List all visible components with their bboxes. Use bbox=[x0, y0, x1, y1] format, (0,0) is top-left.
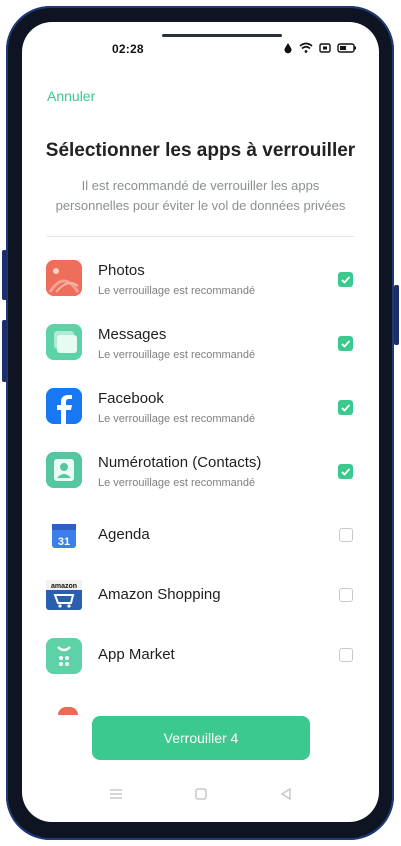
app-item-photos[interactable]: Photos Le verrouillage est recommandé bbox=[22, 250, 379, 314]
app-item-app-market[interactable]: App Market bbox=[22, 626, 379, 686]
contacts-icon bbox=[46, 452, 82, 488]
app-subtitle: Le verrouillage est recommandé bbox=[98, 477, 256, 489]
app-name: Messages bbox=[98, 326, 167, 343]
back-icon[interactable] bbox=[278, 786, 294, 802]
app-subtitle: Le verrouillage est recommandé bbox=[98, 349, 256, 361]
app-subtitle: Le verrouillage est recommandé bbox=[98, 413, 256, 425]
calendar-icon-day: 31 bbox=[58, 536, 70, 548]
cancel-button[interactable]: Annuler bbox=[47, 88, 95, 104]
facebook-icon bbox=[46, 388, 82, 424]
app-name: Facebook bbox=[98, 390, 164, 407]
app-list: Photos Le verrouillage est recommandé Me… bbox=[22, 250, 379, 686]
earpiece bbox=[162, 34, 282, 37]
app-name: App Market bbox=[98, 646, 175, 663]
page-title: Sélectionner les apps à verrouiller bbox=[45, 140, 356, 161]
checkbox-checked[interactable] bbox=[338, 464, 353, 479]
checkbox-unchecked[interactable] bbox=[339, 528, 353, 542]
page-subtitle: Il est recommandé de verrouiller les app… bbox=[40, 176, 361, 216]
volume-up-button bbox=[2, 250, 7, 300]
app-item-contacts[interactable]: Numérotation (Contacts) Le verrouillage … bbox=[22, 442, 379, 506]
status-time: 02:28 bbox=[112, 42, 144, 56]
checkbox-unchecked[interactable] bbox=[339, 588, 353, 602]
calendar-icon: 31 bbox=[46, 518, 82, 554]
battery-icon bbox=[337, 43, 356, 53]
app-name: Numérotation (Contacts) bbox=[98, 454, 262, 471]
app-name: Agenda bbox=[98, 526, 150, 543]
app-subtitle: Le verrouillage est recommandé bbox=[98, 285, 256, 297]
divider bbox=[47, 236, 354, 237]
messages-icon bbox=[46, 324, 82, 360]
navigation-bar bbox=[22, 782, 379, 806]
app-item-facebook[interactable]: Facebook Le verrouillage est recommandé bbox=[22, 378, 379, 442]
sim-icon bbox=[319, 43, 331, 53]
home-icon[interactable] bbox=[193, 786, 209, 802]
volume-down-button bbox=[2, 320, 7, 382]
screen: 02:28 Annuler Sélectionner les apps à ve… bbox=[22, 22, 379, 822]
status-bar: 02:28 bbox=[22, 40, 379, 60]
next-app-icon-peek bbox=[58, 707, 78, 715]
app-market-icon bbox=[46, 638, 82, 674]
app-item-amazon[interactable]: amazon Amazon Shopping bbox=[22, 566, 379, 626]
checkbox-checked[interactable] bbox=[338, 336, 353, 351]
lock-button[interactable]: Verrouiller 4 bbox=[92, 716, 310, 760]
app-name: Amazon Shopping bbox=[98, 586, 221, 603]
photos-icon bbox=[46, 260, 82, 296]
amazon-icon-text: amazon bbox=[51, 583, 77, 590]
amazon-icon: amazon bbox=[46, 578, 82, 614]
checkbox-unchecked[interactable] bbox=[339, 648, 353, 662]
drop-icon bbox=[284, 43, 292, 54]
checkbox-checked[interactable] bbox=[338, 400, 353, 415]
app-item-messages[interactable]: Messages Le verrouillage est recommandé bbox=[22, 314, 379, 378]
subtitle-line-2: personnelles pour éviter le vol de donné… bbox=[55, 198, 346, 213]
checkbox-checked[interactable] bbox=[338, 272, 353, 287]
app-item-agenda[interactable]: 31 Agenda bbox=[22, 506, 379, 566]
wifi-icon bbox=[299, 42, 313, 53]
power-button bbox=[394, 285, 399, 345]
menu-icon[interactable] bbox=[108, 786, 124, 802]
subtitle-line-1: Il est recommandé de verrouiller les app… bbox=[81, 178, 320, 193]
app-name: Photos bbox=[98, 262, 145, 279]
